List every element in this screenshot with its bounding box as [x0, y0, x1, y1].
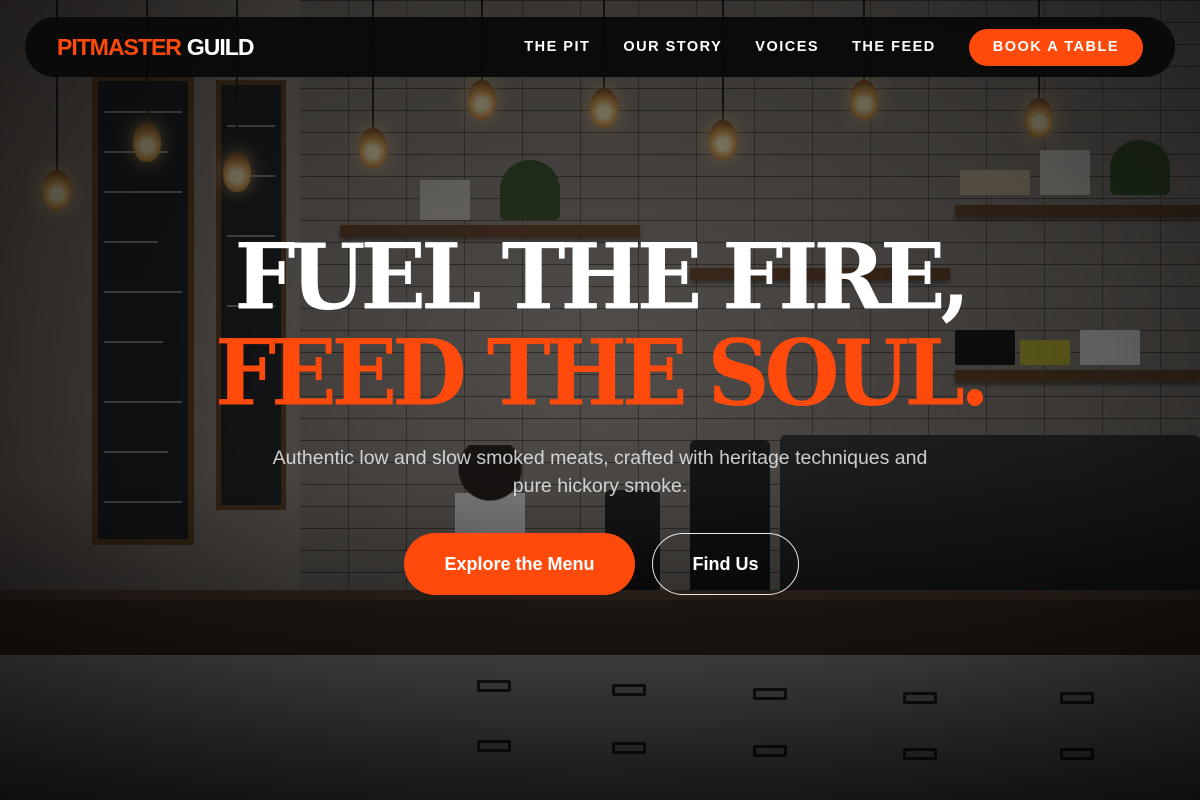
nav-link-the-feed[interactable]: THE FEED: [852, 39, 936, 55]
hero-headline-line2: FEED THE SOUL.: [215, 319, 990, 427]
brand-logo-secondary: GUILD: [186, 33, 255, 60]
brand-logo-primary: PITMASTER: [57, 33, 182, 60]
top-navigation: PITMASTER GUILD THE PIT OUR STORY VOICES…: [25, 17, 1175, 77]
nav-link-the-pit[interactable]: THE PIT: [524, 39, 590, 55]
hero-actions: Explore the Menu Find Us: [0, 533, 1200, 595]
hero-section: FUEL THE FIRE, FEED THE SOUL. Authentic …: [0, 223, 1200, 595]
nav-link-our-story[interactable]: OUR STORY: [623, 39, 722, 55]
hero-headline: FUEL THE FIRE, FEED THE SOUL.: [0, 223, 1200, 427]
explore-menu-button[interactable]: Explore the Menu: [404, 533, 635, 595]
nav-links: THE PIT OUR STORY VOICES THE FEED BOOK A…: [524, 28, 1143, 66]
book-a-table-button[interactable]: BOOK A TABLE: [968, 28, 1143, 66]
hero-headline-line1: FUEL THE FIRE,: [234, 223, 970, 331]
find-us-button[interactable]: Find Us: [652, 533, 799, 595]
nav-link-voices[interactable]: VOICES: [755, 39, 819, 55]
hero-subtitle: Authentic low and slow smoked meats, cra…: [272, 447, 928, 497]
brand-logo[interactable]: PITMASTER GUILD: [57, 33, 255, 61]
